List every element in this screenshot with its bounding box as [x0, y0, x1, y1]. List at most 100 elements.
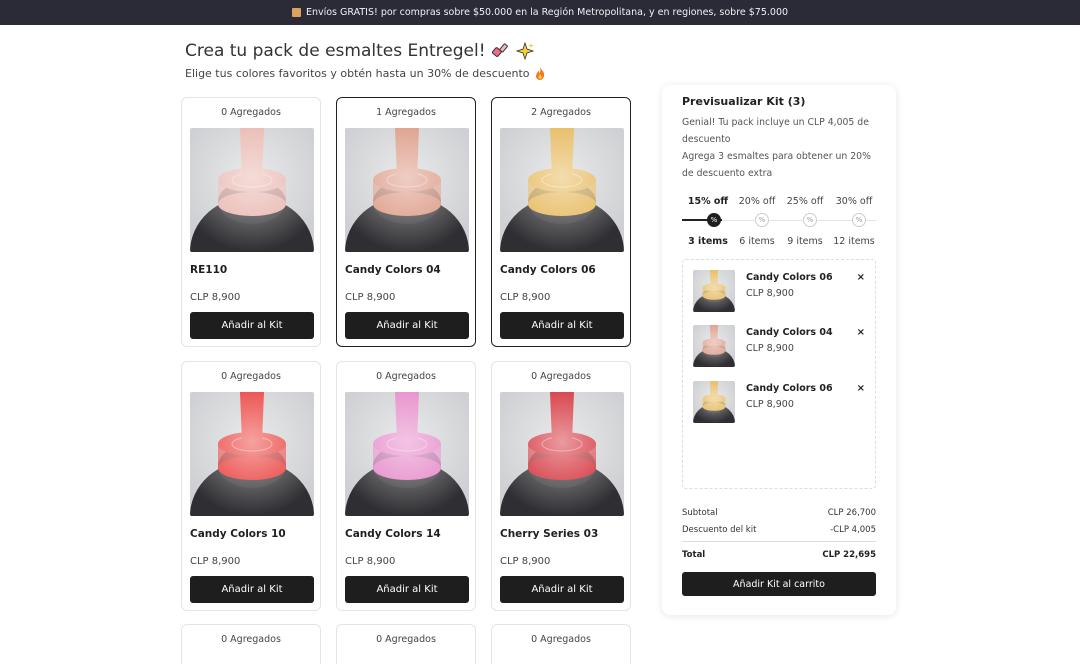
subtotal-value: CLP 26,700 [827, 508, 876, 518]
product-name[interactable]: Cherry Series 03 [500, 528, 598, 540]
nail-polish-icon [491, 43, 508, 57]
product-price: CLP 8,900 [500, 556, 551, 567]
fire-icon [535, 67, 544, 80]
product-card: 1 Agregados Candy Colors 04 CLP 8,900 Añadi… [336, 97, 476, 347]
nail-polish-bottle-image [500, 392, 624, 516]
kit-hint-message: Agrega 3 esmaltes para obtener un 20% de… [682, 151, 871, 179]
product-image[interactable] [345, 128, 469, 252]
discount-tier: 20% off 6 items [731, 196, 783, 247]
kit-item-price: CLP 8,900 [746, 343, 794, 354]
add-to-kit-button[interactable]: Añadir al Kit [500, 312, 624, 339]
discount-label: Descuento del kit [682, 525, 757, 535]
kit-item-name: Candy Colors 04 [746, 327, 833, 338]
kit-discount-message: Genial! Tu pack incluye un CLP 4,005 de … [682, 117, 869, 145]
tier-percent-icon: % [803, 213, 817, 227]
subtotal-label: Subtotal [682, 508, 718, 518]
product-image[interactable] [500, 128, 624, 252]
kit-preview-panel: Previsualizar Kit (3) Genial! Tu pack in… [662, 85, 896, 615]
tier-items: 9 items [787, 236, 823, 247]
added-count: 0 Agregados [221, 371, 281, 382]
nail-polish-bottle-image [693, 270, 735, 312]
product-image[interactable] [345, 392, 469, 516]
kit-item-name: Candy Colors 06 [746, 272, 833, 283]
total-row: Total CLP 22,695 [682, 550, 876, 560]
added-count: 0 Agregados [221, 107, 281, 118]
add-to-kit-button[interactable]: Añadir al Kit [345, 576, 469, 603]
product-name[interactable]: Candy Colors 04 [345, 264, 441, 276]
page-title: Crea tu pack de esmaltes Entregel! [185, 41, 534, 61]
nail-polish-bottle-image [190, 128, 314, 252]
product-card: 0 Agregados [181, 624, 321, 664]
product-name[interactable]: Candy Colors 06 [500, 264, 596, 276]
discount-value: -CLP 4,005 [830, 525, 876, 535]
nail-polish-bottle-image [345, 392, 469, 516]
kit-item-thumbnail [693, 325, 735, 367]
product-price: CLP 8,900 [345, 556, 396, 567]
shipping-banner-text: Envíos GRATIS! por compras sobre $50.000… [305, 7, 789, 18]
add-kit-to-cart-button[interactable]: Añadir Kit al carrito [682, 572, 876, 596]
tier-percent: 30% off [835, 196, 873, 207]
tier-items: 6 items [739, 236, 775, 247]
discount-tier: 25% off 9 items [779, 196, 831, 247]
total-label: Total [682, 550, 706, 560]
product-card: 2 Agregados Candy Colors 06 CLP 8,900 Añadi… [491, 97, 631, 347]
product-card: 0 Agregados Candy Colors 10 CLP 8,900 Añadi… [181, 361, 321, 611]
product-card: 0 Agregados RE110 CLP 8,900 Añadir al Kit [181, 97, 321, 347]
kit-item-thumbnail [693, 270, 735, 312]
added-count: 1 Agregados [376, 107, 436, 118]
product-card: 0 Agregados [491, 624, 631, 664]
product-name[interactable]: Candy Colors 10 [190, 528, 286, 540]
tier-percent-icon: % [707, 213, 721, 227]
summary-divider [682, 541, 876, 542]
tier-items: 3 items [688, 236, 728, 247]
tier-percent: 25% off [786, 196, 824, 207]
kit-item-name: Candy Colors 06 [746, 383, 833, 394]
kit-title: Previsualizar Kit (3) [682, 95, 806, 108]
product-name[interactable]: Candy Colors 14 [345, 528, 441, 540]
product-price: CLP 8,900 [190, 556, 241, 567]
remove-item-close-icon[interactable]: × [857, 383, 865, 394]
discount-row: Descuento del kit -CLP 4,005 [682, 525, 876, 535]
tier-percent: 15% off [687, 196, 729, 207]
tier-percent-icon: % [755, 213, 769, 227]
nail-polish-bottle-image [345, 128, 469, 252]
product-name[interactable]: RE110 [190, 264, 227, 276]
product-card: 0 Agregados Candy Colors 14 CLP 8,900 Añadi… [336, 361, 476, 611]
subtotal-row: Subtotal CLP 26,700 [682, 508, 876, 518]
product-card: 0 Agregados Cherry Series 03 CLP 8,900 Añad… [491, 361, 631, 611]
kit-item-thumbnail [693, 381, 735, 423]
add-to-kit-button[interactable]: Añadir al Kit [190, 312, 314, 339]
nail-polish-bottle-image [190, 392, 314, 516]
kit-item: Candy Colors 04 CLP 8,900 × [693, 325, 869, 369]
product-price: CLP 8,900 [345, 292, 396, 303]
nail-polish-bottle-image [693, 381, 735, 423]
add-to-kit-button[interactable]: Añadir al Kit [190, 576, 314, 603]
page-subtitle-text: Elige tus colores favoritos y obtén hast… [185, 67, 530, 80]
kit-item: Candy Colors 06 CLP 8,900 × [693, 270, 869, 314]
product-image[interactable] [190, 392, 314, 516]
product-image[interactable] [190, 128, 314, 252]
tier-percent: 20% off [738, 196, 776, 207]
kit-item-price: CLP 8,900 [746, 288, 794, 299]
add-to-kit-button[interactable]: Añadir al Kit [345, 312, 469, 339]
shipping-banner: Envíos GRATIS! por compras sobre $50.000… [0, 0, 1080, 25]
nail-polish-bottle-image [693, 325, 735, 367]
added-count: 0 Agregados [531, 371, 591, 382]
remove-item-close-icon[interactable]: × [857, 327, 865, 338]
add-to-kit-button[interactable]: Añadir al Kit [500, 576, 624, 603]
product-card: 0 Agregados [336, 624, 476, 664]
page-subtitle: Elige tus colores favoritos y obtén hast… [185, 67, 546, 80]
discount-tier: 15% off 3 items [682, 196, 734, 247]
discount-tier: 30% off 12 items [828, 196, 880, 247]
kit-item: Candy Colors 06 CLP 8,900 × [693, 381, 869, 425]
kit-message: Genial! Tu pack incluye un CLP 4,005 de … [682, 114, 882, 182]
product-image[interactable] [500, 392, 624, 516]
added-count: 0 Agregados [376, 371, 436, 382]
page-title-text: Crea tu pack de esmaltes Entregel! [185, 41, 486, 61]
total-value: CLP 22,695 [822, 550, 876, 560]
tier-percent-icon: % [852, 213, 866, 227]
kit-items-list: Candy Colors 06 CLP 8,900 × Candy Colors 04… [682, 259, 876, 489]
product-price: CLP 8,900 [500, 292, 551, 303]
remove-item-close-icon[interactable]: × [857, 272, 865, 283]
tier-items: 12 items [833, 236, 875, 247]
